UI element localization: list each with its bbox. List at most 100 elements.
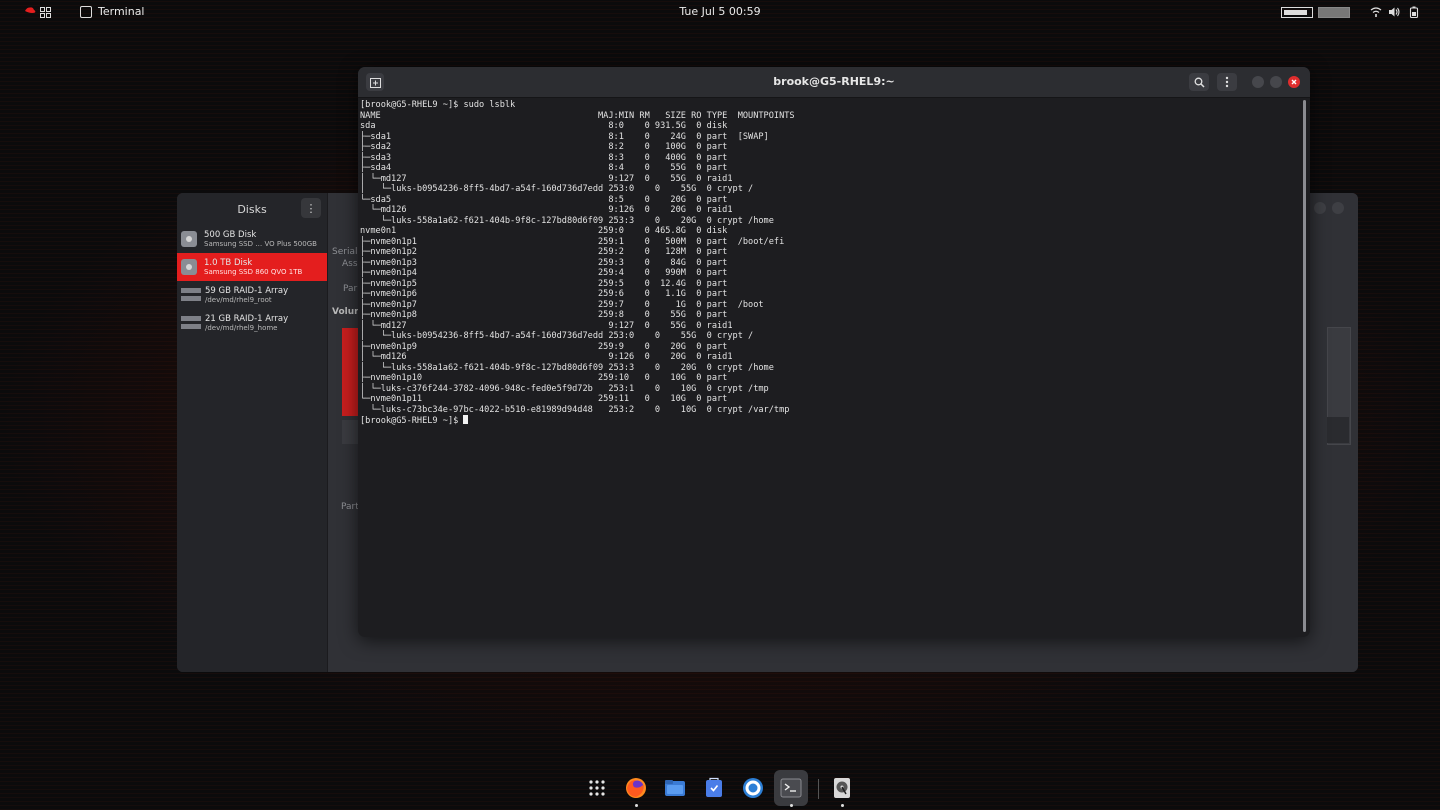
- disk-drive-icon: [181, 231, 197, 247]
- terminal-line: └─luks-c73bc34e-97bc-4022-b510-e81989d94…: [360, 404, 790, 415]
- terminal-line: ├─nvme0n1p10 259:10 0 10G 0 part: [360, 373, 728, 383]
- terminal-prompt: [brook@G5-RHEL9 ~]$: [360, 416, 464, 426]
- search-icon: [1194, 77, 1205, 88]
- assessment-label: Ass: [342, 259, 358, 269]
- terminal-line: │ └─md126 9:126 0 20G 0 raid1: [360, 352, 733, 362]
- drive-text: 1.0 TB Disk Samsung SSD 860 QVO 1TB: [204, 258, 302, 277]
- minimize-button[interactable]: [1252, 76, 1264, 88]
- terminal-line: └─md126 9:126 0 20G 0 raid1: [360, 205, 733, 215]
- terminal-line: ├─nvme0n1p4 259:4 0 990M 0 part: [360, 268, 728, 278]
- terminal-line: └─sda5 8:5 0 20G 0 part: [360, 194, 728, 205]
- disks-menu-button[interactable]: ⋮: [301, 198, 321, 218]
- firefox-icon[interactable]: [625, 777, 647, 799]
- terminal-line: └─nvme0n1p11 259:11 0 10G 0 part: [360, 394, 728, 404]
- volume-segment-selected[interactable]: [342, 328, 358, 416]
- terminal-line: │ └─luks-c376f244-3782-4096-948c-fed0e5f…: [360, 383, 769, 394]
- drive-subtitle: /dev/md/rhel9_home: [205, 323, 278, 332]
- help-icon[interactable]: [742, 777, 764, 799]
- terminal-line: │ └─luks-558a1a62-f621-404b-9f8c-127bd80…: [360, 362, 774, 373]
- terminal-line: └─luks-558a1a62-f621-404b-9f8c-127bd80d6…: [360, 215, 774, 226]
- drive-subtitle: Samsung SSD … VO Plus 500GB: [204, 239, 317, 248]
- terminal-title: brook@G5-RHEL9:~: [773, 75, 895, 88]
- drive-title: 1.0 TB Disk: [204, 257, 253, 268]
- drive-title: 500 GB Disk: [204, 229, 257, 240]
- terminal-line: ├─sda2 8:2 0 100G 0 part: [360, 142, 728, 152]
- terminal-line: ├─nvme0n1p8 259:8 0 55G 0 part: [360, 310, 728, 320]
- terminal-output[interactable]: [brook@G5-RHEL9 ~]$ sudo lsblk NAME MAJ:…: [360, 100, 1296, 632]
- top-bar: Terminal Tue Jul 5 00:59: [0, 0, 1440, 24]
- terminal-line: sda 8:0 0 931.5G 0 disk: [360, 121, 728, 131]
- secondary-indicator[interactable]: [1318, 7, 1350, 18]
- raid-array-icon: [181, 316, 201, 330]
- partitioning-label: Par: [343, 284, 358, 294]
- serial-label: Serial: [332, 247, 358, 257]
- terminal-line: ├─sda4 8:4 0 55G 0 part: [360, 163, 728, 173]
- terminal-line: nvme0n1 259:0 0 465.8G 0 disk: [360, 226, 728, 236]
- terminal-scrollbar[interactable]: [1303, 100, 1306, 632]
- terminal-line: ├─nvme0n1p5 259:5 0 12.4G 0 part: [360, 278, 728, 289]
- terminal-running-dot: [790, 804, 793, 807]
- drive-title: 21 GB RAID-1 Array: [205, 313, 289, 324]
- menu-button[interactable]: [1217, 73, 1237, 91]
- partition-type-label: Part: [341, 502, 359, 512]
- terminal-line: ├─sda3 8:3 0 400G 0 part: [360, 152, 728, 163]
- disks-title: Disks: [237, 202, 267, 216]
- software-icon[interactable]: [703, 777, 725, 799]
- search-button[interactable]: [1189, 73, 1209, 91]
- terminal-line: │ └─luks-b0954236-8ff5-4bd7-a54f-160d736…: [360, 184, 754, 194]
- terminal-line: ├─nvme0n1p1 259:1 0 500M 0 part /boot/ef…: [360, 236, 785, 247]
- wifi-icon[interactable]: [1370, 6, 1382, 18]
- battery-indicator[interactable]: [1281, 7, 1313, 18]
- files-icon[interactable]: [664, 777, 686, 799]
- kebab-menu-icon: [1225, 76, 1229, 88]
- terminal-line: ├─nvme0n1p9 259:9 0 20G 0 part: [360, 341, 728, 352]
- disks-app-icon[interactable]: [831, 777, 853, 799]
- terminal-window[interactable]: brook@G5-RHEL9:~ [brook@G5-RHEL9 ~]$ sud…: [358, 67, 1310, 637]
- terminal-headerbar[interactable]: brook@G5-RHEL9:~: [358, 67, 1310, 98]
- close-button[interactable]: [1288, 76, 1300, 88]
- drive-item[interactable]: 21 GB RAID-1 Array/dev/md/rhel9_home: [177, 309, 327, 337]
- volumes-heading: Volur: [332, 307, 359, 317]
- terminal-line: ├─nvme0n1p7 259:7 0 1G 0 part /boot: [360, 299, 764, 310]
- drive-item[interactable]: 500 GB Disk Samsung SSD … VO Plus 500GB: [177, 225, 327, 253]
- minimize-button[interactable]: [1314, 202, 1326, 214]
- terminal-line: │ └─md127 9:127 0 55G 0 raid1: [360, 320, 733, 331]
- power-battery-icon[interactable]: [1408, 6, 1420, 18]
- terminal-line: ├─sda1 8:1 0 24G 0 part [SWAP]: [360, 131, 769, 142]
- drive-subtitle: Samsung SSD 860 QVO 1TB: [204, 267, 303, 276]
- drive-text: 21 GB RAID-1 Array/dev/md/rhel9_home: [205, 314, 288, 333]
- disks-header: Disks ⋮: [177, 193, 327, 225]
- terminal-line: ├─nvme0n1p3 259:3 0 84G 0 part: [360, 257, 728, 268]
- drive-item[interactable]: 59 GB RAID-1 Array/dev/md/rhel9_root: [177, 281, 327, 309]
- terminal-line: [brook@G5-RHEL9 ~]$ sudo lsblk: [360, 100, 516, 110]
- drive-text: 59 GB RAID-1 Array/dev/md/rhel9_root: [205, 286, 288, 305]
- maximize-button[interactable]: [1270, 76, 1282, 88]
- drive-item[interactable]: 1.0 TB Disk Samsung SSD 860 QVO 1TB: [177, 253, 327, 281]
- close-icon: [1291, 79, 1297, 85]
- close-button[interactable]: [1332, 202, 1344, 214]
- terminal-cursor: [463, 415, 469, 424]
- terminal-app-icon[interactable]: [780, 777, 802, 799]
- volume-icon[interactable]: [1388, 6, 1400, 18]
- terminal-line: ├─nvme0n1p6 259:6 0 1.1G 0 part: [360, 289, 728, 299]
- disks-running-dot: [841, 804, 844, 807]
- drive-title: 59 GB RAID-1 Array: [205, 285, 289, 296]
- drive-subtitle: /dev/md/rhel9_root: [205, 295, 272, 304]
- terminal-text: [brook@G5-RHEL9 ~]$ sudo lsblk NAME MAJ:…: [360, 100, 1296, 427]
- disk-drive-icon: [181, 259, 197, 275]
- terminal-line: │ └─md127 9:127 0 55G 0 raid1: [360, 173, 733, 184]
- battery-level: [1284, 10, 1307, 15]
- firefox-running-dot: [635, 804, 638, 807]
- drive-list: 500 GB Disk Samsung SSD … VO Plus 500GB 1.…: [177, 225, 327, 337]
- terminal-line: ├─nvme0n1p2 259:2 0 128M 0 part: [360, 247, 728, 257]
- terminal-line: NAME MAJ:MIN RM SIZE RO TYPE MOUNTPOINTS: [360, 110, 795, 121]
- raid-array-icon: [181, 288, 201, 302]
- terminal-line: │ └─luks-b0954236-8ff5-4bd7-a54f-160d736…: [360, 331, 754, 341]
- volume-toolbar: [1327, 417, 1349, 443]
- app-grid-icon[interactable]: [586, 777, 608, 799]
- clock[interactable]: Tue Jul 5 00:59: [0, 5, 1440, 18]
- disks-sidebar: Disks ⋮ 500 GB Disk Samsung SSD … VO Plus…: [177, 193, 328, 672]
- drive-text: 500 GB Disk Samsung SSD … VO Plus 500GB: [204, 230, 317, 249]
- dock-separator: [818, 779, 819, 799]
- dock: [578, 770, 862, 810]
